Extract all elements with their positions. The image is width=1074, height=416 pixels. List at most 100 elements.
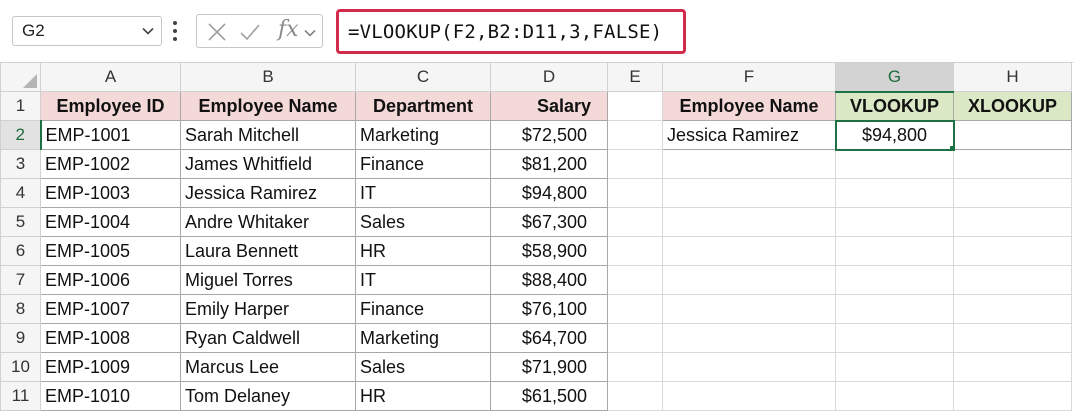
cell[interactable]: EMP-1007 <box>40 294 181 324</box>
empty-cell[interactable] <box>953 294 1072 324</box>
empty-cell[interactable] <box>953 236 1072 266</box>
cell[interactable]: Sales <box>355 352 491 382</box>
cell[interactable]: Jessica Ramirez <box>180 178 356 208</box>
cell[interactable]: Marketing <box>355 323 491 353</box>
select-all-button[interactable] <box>0 62 41 92</box>
row-header-4[interactable]: 4 <box>0 178 41 208</box>
cell[interactable]: $76,100 <box>490 294 608 324</box>
cell[interactable]: Sales <box>355 207 491 237</box>
selected-cell-g2[interactable]: $94,800 <box>834 119 955 151</box>
cancel-icon[interactable] <box>206 21 228 43</box>
cell[interactable]: Sarah Mitchell <box>180 120 356 150</box>
cell[interactable]: $94,800 <box>490 178 608 208</box>
cell[interactable]: IT <box>355 178 491 208</box>
row-header-6[interactable]: 6 <box>0 236 41 266</box>
empty-cell[interactable] <box>835 178 954 208</box>
header-cell-salary[interactable]: Salary <box>490 91 608 121</box>
cell[interactable]: EMP-1001 <box>40 120 181 150</box>
empty-cell[interactable] <box>662 207 836 237</box>
formula-input[interactable]: =VLOOKUP(F2,B2:D11,3,FALSE) <box>336 9 686 54</box>
column-header-f[interactable]: F <box>662 62 836 92</box>
lookup-header-xlookup[interactable]: XLOOKUP <box>953 91 1072 121</box>
empty-cell[interactable] <box>953 381 1072 411</box>
cell[interactable]: EMP-1009 <box>40 352 181 382</box>
cell[interactable]: Tom Delaney <box>180 381 356 411</box>
cell[interactable]: Emily Harper <box>180 294 356 324</box>
cell[interactable]: James Whitfield <box>180 149 356 179</box>
empty-cell[interactable] <box>607 178 663 208</box>
cell[interactable]: $67,300 <box>490 207 608 237</box>
column-header-g[interactable]: G <box>835 62 954 93</box>
cell[interactable]: Finance <box>355 294 491 324</box>
cell[interactable]: Laura Bennett <box>180 236 356 266</box>
cell[interactable]: $72,500 <box>490 120 608 150</box>
empty-cell[interactable] <box>953 178 1072 208</box>
empty-cell[interactable] <box>953 352 1072 382</box>
cell[interactable]: EMP-1005 <box>40 236 181 266</box>
cell[interactable]: $81,200 <box>490 149 608 179</box>
empty-cell[interactable] <box>607 265 663 295</box>
row-header-5[interactable]: 5 <box>0 207 41 237</box>
empty-cell[interactable] <box>662 352 836 382</box>
empty-cell[interactable] <box>835 265 954 295</box>
cell[interactable]: IT <box>355 265 491 295</box>
row-header-3[interactable]: 3 <box>0 149 41 179</box>
empty-cell[interactable] <box>607 294 663 324</box>
row-header-1[interactable]: 1 <box>0 91 41 121</box>
empty-cell[interactable] <box>607 381 663 411</box>
cell[interactable]: $58,900 <box>490 236 608 266</box>
empty-cell[interactable] <box>953 149 1072 179</box>
empty-cell[interactable] <box>953 265 1072 295</box>
empty-cell[interactable] <box>835 236 954 266</box>
empty-cell[interactable] <box>662 265 836 295</box>
empty-cell[interactable] <box>607 207 663 237</box>
row-header-9[interactable]: 9 <box>0 323 41 353</box>
cell[interactable]: Ryan Caldwell <box>180 323 356 353</box>
empty-cell[interactable] <box>835 207 954 237</box>
empty-cell[interactable] <box>662 294 836 324</box>
empty-cell[interactable] <box>662 149 836 179</box>
row-header-11[interactable]: 11 <box>0 381 41 411</box>
empty-cell[interactable] <box>835 294 954 324</box>
empty-cell[interactable] <box>607 323 663 353</box>
cell[interactable]: $61,500 <box>490 381 608 411</box>
cell[interactable]: Andre Whitaker <box>180 207 356 237</box>
cell[interactable]: Finance <box>355 149 491 179</box>
empty-cell[interactable] <box>953 323 1072 353</box>
cell[interactable]: EMP-1004 <box>40 207 181 237</box>
lookup-value-cell[interactable]: Jessica Ramirez <box>662 120 836 150</box>
column-header-c[interactable]: C <box>355 62 491 92</box>
empty-cell[interactable] <box>835 323 954 353</box>
chevron-down-icon[interactable] <box>303 26 317 40</box>
cell[interactable]: EMP-1002 <box>40 149 181 179</box>
empty-cell[interactable] <box>607 149 663 179</box>
column-header-e[interactable]: E <box>607 62 663 92</box>
empty-cell[interactable] <box>607 236 663 266</box>
empty-cell[interactable] <box>607 120 663 150</box>
empty-cell[interactable] <box>835 352 954 382</box>
cell[interactable]: $64,700 <box>490 323 608 353</box>
empty-cell[interactable] <box>662 178 836 208</box>
header-cell-department[interactable]: Department <box>355 91 491 121</box>
header-cell-employee-name[interactable]: Employee Name <box>180 91 356 121</box>
enter-check-icon[interactable] <box>239 21 261 43</box>
row-header-8[interactable]: 8 <box>0 294 41 324</box>
empty-cell[interactable] <box>662 381 836 411</box>
cell[interactable]: EMP-1008 <box>40 323 181 353</box>
row-header-7[interactable]: 7 <box>0 265 41 295</box>
empty-cell[interactable] <box>607 352 663 382</box>
lookup-header-employee-name[interactable]: Employee Name <box>662 91 836 121</box>
column-header-a[interactable]: A <box>40 62 181 92</box>
cell[interactable]: $71,900 <box>490 352 608 382</box>
empty-cell[interactable] <box>662 323 836 353</box>
column-header-d[interactable]: D <box>490 62 608 92</box>
cell[interactable]: EMP-1003 <box>40 178 181 208</box>
row-header-10[interactable]: 10 <box>0 352 41 382</box>
cell[interactable]: Marcus Lee <box>180 352 356 382</box>
more-options-icon[interactable] <box>172 20 178 42</box>
empty-cell[interactable] <box>835 149 954 179</box>
name-box[interactable]: G2 <box>12 16 162 46</box>
chevron-down-icon[interactable] <box>141 24 155 38</box>
xlookup-result-cell[interactable] <box>953 120 1072 150</box>
cell[interactable]: Marketing <box>355 120 491 150</box>
